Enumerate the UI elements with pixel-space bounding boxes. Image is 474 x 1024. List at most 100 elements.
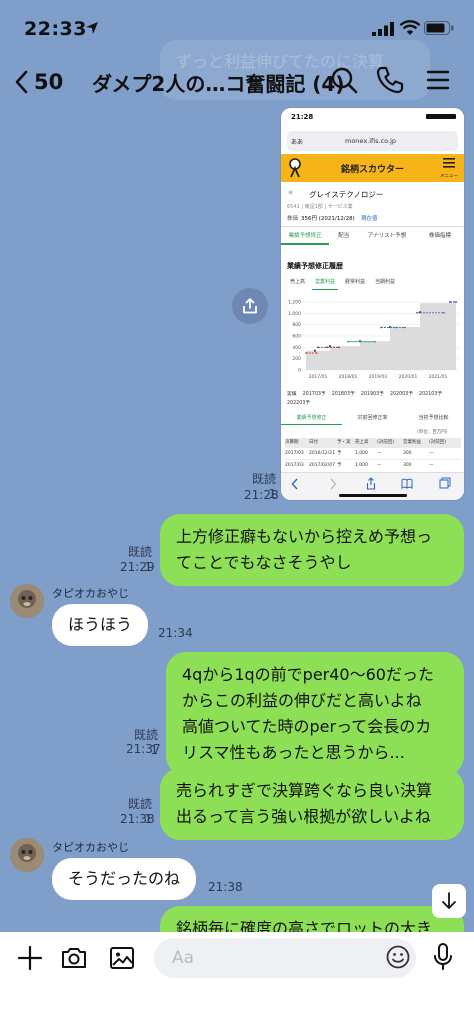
- x-tick-label: 2020/01: [399, 374, 418, 380]
- message-time: 21:38: [208, 880, 243, 894]
- data-point: [313, 349, 317, 352]
- message-input[interactable]: [154, 938, 416, 978]
- shot-bottom-tab: 当初予想比較: [418, 415, 449, 421]
- unread-count: 50: [34, 70, 64, 94]
- back-button[interactable]: 50: [14, 64, 63, 100]
- shot-status-time: 21:28: [291, 113, 314, 121]
- message-time: 21:38: [120, 812, 155, 826]
- table-row: 2017/03 2017/02/07 予 1,000 — 300 —: [285, 460, 461, 471]
- shot-now-link: 現在値: [361, 216, 378, 222]
- table-cell: 予: [337, 463, 342, 468]
- y-tick-label: 0: [298, 368, 301, 374]
- sender-name: タピオカおやじ: [52, 587, 129, 600]
- shot-section-title: 業績予想修正履歴: [287, 262, 343, 270]
- shot-subtab: 経常利益: [345, 279, 366, 285]
- chevron-left-icon: [15, 70, 28, 94]
- camera-icon[interactable]: [60, 944, 88, 972]
- legend-item: 201703予: [302, 392, 326, 397]
- shot-subtabs: 売上高 営業利益 経常利益 当期利益: [287, 278, 417, 290]
- message-bubble-sent[interactable]: 売られすぎで決算跨ぐなら良い決算 出るって言う強い根拠が欲しいよね: [160, 768, 464, 840]
- y-tick-label: 200: [292, 356, 301, 362]
- table-header-cell: (対前回): [377, 440, 395, 445]
- message-text-line: そうだったのね: [68, 869, 181, 888]
- message-bubble-received[interactable]: そうだったのね: [52, 858, 197, 900]
- data-point: [404, 326, 406, 329]
- table-cell: 1,000: [355, 463, 368, 468]
- table-cell: 2017/03: [285, 451, 304, 456]
- table-header-cell: 日付: [309, 440, 318, 445]
- shot-price-label: 株価: [287, 216, 299, 222]
- share-button[interactable]: [232, 288, 268, 324]
- shot-tabs: 業績予想修正 配当 アナリスト予想 株価指標: [281, 227, 464, 245]
- data-point: [326, 346, 328, 349]
- shot-status-icons: [426, 114, 456, 119]
- x-tick-label: 2018/01: [339, 374, 358, 380]
- forecast-bar: [360, 341, 390, 370]
- microphone-icon[interactable]: [432, 942, 454, 972]
- message-text-line: 出るって言う強い根拠が欲しいよね: [176, 807, 431, 826]
- shot-legend: 実績 201703予 201803予 201903予 202003予 20210…: [287, 390, 459, 406]
- message-text-line: 高値ついてた時のperって会長のカ: [182, 717, 432, 736]
- table-cell: 1,000: [355, 451, 368, 456]
- table-cell: 300: [403, 463, 412, 468]
- image-message[interactable]: 21:28 ああ monex.ifis.co.jp 銘柄スカウター メニュー ★…: [281, 108, 464, 500]
- table-header-cell: 営業利益: [403, 440, 421, 445]
- data-point: [305, 352, 307, 354]
- search-icon[interactable]: [328, 64, 360, 96]
- shot-tab: アナリスト予想: [367, 233, 407, 239]
- shot-subtab: 当期利益: [375, 279, 396, 285]
- shot-star-icon: ★: [287, 188, 295, 197]
- legend-item: 202103予: [419, 392, 443, 397]
- shot-home-indicator: [339, 494, 407, 497]
- data-point: [315, 352, 318, 354]
- legend-item: 実績: [287, 392, 297, 397]
- table-cell: 2017/03: [285, 463, 304, 468]
- shot-url: monex.ifis.co.jp: [345, 137, 397, 145]
- signal-icon: [372, 22, 394, 36]
- share-icon: [243, 298, 257, 314]
- status-time: 22:33: [24, 18, 87, 40]
- y-tick-label: 600: [292, 334, 301, 340]
- data-point: [395, 326, 397, 329]
- shot-url-prefix: ああ: [291, 139, 304, 146]
- table-header-cell: 決算期: [285, 440, 299, 445]
- phone-icon[interactable]: [374, 64, 406, 96]
- shot-bottom-tab: 対前回修正率: [357, 415, 388, 421]
- y-tick-label: 800: [292, 322, 301, 328]
- shot-tab: 株価指標: [428, 233, 451, 239]
- shot-bottom-tabs: 業績予想修正 対前回修正率 当初予想比較: [281, 411, 464, 425]
- table-cell: 300: [403, 451, 412, 456]
- shot-tab: 配当: [338, 233, 350, 239]
- avatar[interactable]: [10, 584, 44, 618]
- message-text-line: 4qから1qの前でper40〜60だった: [182, 665, 434, 684]
- message-text-line: ほうほう: [68, 615, 133, 634]
- message-bubble-sent[interactable]: 上方修正癖もないから控えめ予想っ てことでもなさそうやし: [160, 514, 464, 586]
- data-point: [443, 311, 445, 314]
- message-bubble-sent[interactable]: 4qから1qの前でper40〜60だった からこの利益の伸びだと高いよね 高値つ…: [166, 652, 464, 776]
- table-cell: —: [429, 451, 434, 456]
- arrow-down-icon: [442, 892, 456, 909]
- forecast-bar: [390, 326, 420, 370]
- scroll-down-button[interactable]: [432, 884, 466, 918]
- message-text-line: 上方修正癖もないから控えめ予想っ: [176, 527, 433, 546]
- image-icon[interactable]: [108, 944, 136, 972]
- plus-icon[interactable]: [16, 944, 44, 972]
- shot-company: グレイステクノロジー: [309, 190, 384, 199]
- data-point: [338, 346, 340, 349]
- y-tick-label: 400: [292, 345, 301, 351]
- forecast-bar: [330, 346, 360, 370]
- shot-bookmarks-icon: [401, 478, 413, 489]
- message-bubble-received[interactable]: ほうほう: [52, 604, 149, 646]
- shot-forward-icon: [330, 478, 337, 490]
- battery-icon: [424, 21, 454, 35]
- table-row: 2017/03 2016/12/21 予 1,000 — 300 —: [285, 448, 461, 460]
- emoji-icon[interactable]: [385, 944, 411, 970]
- shot-unit: (単位：百万円): [417, 430, 448, 435]
- x-tick-label: 2017/01: [309, 374, 328, 380]
- chat-title[interactable]: ダメプ2人の…コ奮闘記 (4): [92, 68, 344, 97]
- menu-icon[interactable]: [422, 64, 454, 96]
- location-arrow-icon: [86, 22, 98, 34]
- avatar[interactable]: [10, 838, 44, 872]
- shot-price: 356円 (2021/12/28): [301, 216, 355, 222]
- data-point: [374, 340, 376, 343]
